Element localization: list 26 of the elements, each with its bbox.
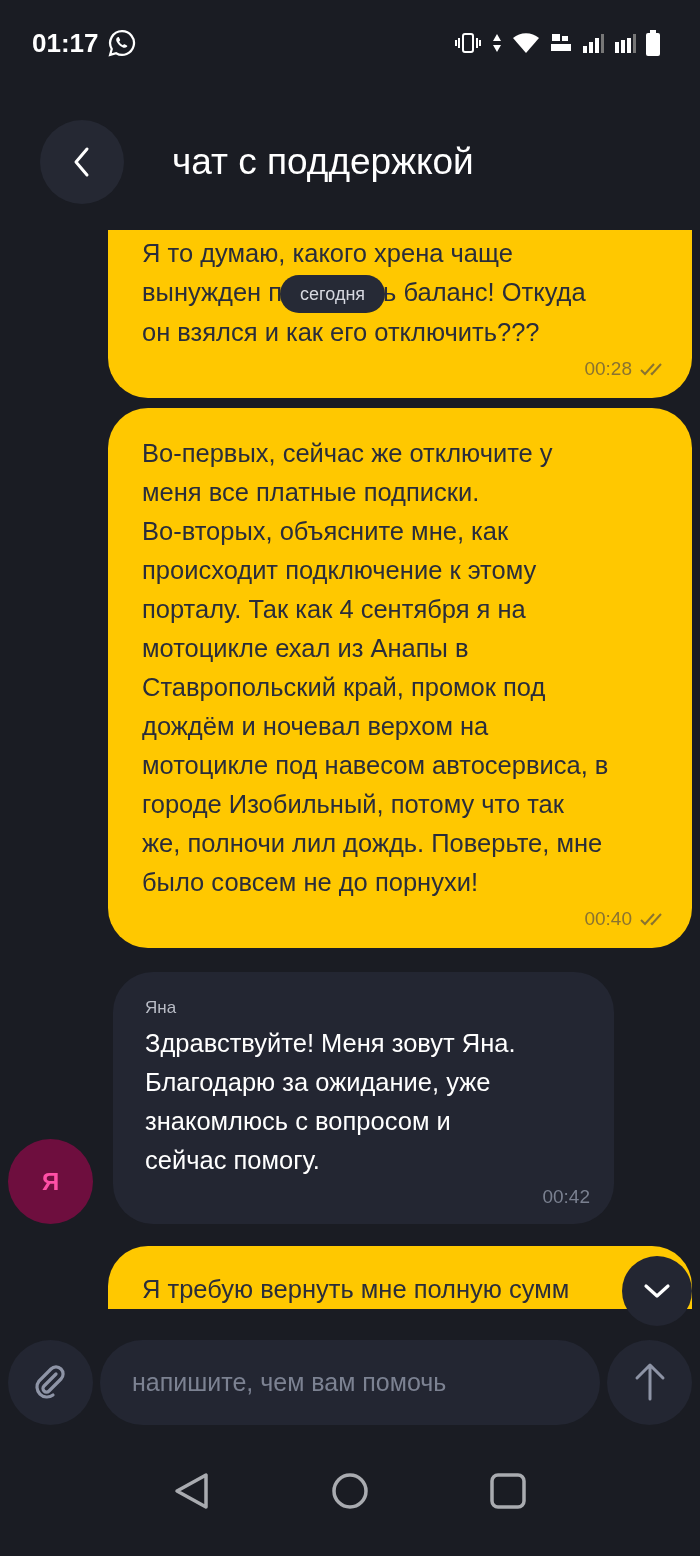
data-arrows-icon	[492, 32, 502, 54]
message-time: 00:40	[584, 908, 632, 931]
chat-title: чат с поддержкой	[172, 141, 474, 183]
avatar: Я	[8, 1139, 93, 1225]
chevron-down-icon	[643, 1282, 671, 1300]
sender-name: Яна	[145, 998, 178, 1019]
message-text: Я то думаю, какого хрена чаще	[142, 239, 513, 267]
home-icon[interactable]	[331, 1472, 369, 1510]
vibrate-icon	[454, 32, 482, 54]
wifi-icon	[512, 31, 540, 55]
signal-icon	[582, 32, 604, 54]
message-time: 00:28	[584, 358, 632, 381]
back-icon[interactable]	[173, 1471, 211, 1511]
status-time: 01:17	[32, 27, 99, 59]
message-text: Здравствуйте! Меня зовут Яна. Благодарю за ожидание, уже знакомлюсь с вопросом и сейчас помогу.	[145, 1029, 516, 1175]
chat-bubble-icon	[106, 28, 137, 58]
message-time: 00:42	[542, 1186, 590, 1209]
message-text: он взялся и как его отключить???	[142, 318, 540, 347]
battery-icon	[646, 30, 660, 56]
message-input[interactable]: напишите, чем вам помочь	[100, 1339, 600, 1425]
message-text: Я требую вернуть мне полную сумм	[142, 1275, 570, 1304]
message-text: ь баланс! Откуда	[383, 278, 586, 306]
recents-icon[interactable]	[489, 1472, 527, 1510]
message-text: Во-первых, сейчас же отключите у меня все платные подписки. Во-вторых, объясните мне, как происходит подключение к этому порталу. Так как 4 сентября я на мотоцикле ехал из Анапы в Ставропольский край, промок под дождём и ночевал верхом на мотоцикле под навесом автосервиса, в городе Изобильный, потому что так же, полночи лил дождь. Поверьте, мне было совсем не до порнухи!	[142, 439, 609, 897]
signal-icon	[614, 32, 636, 54]
message-text: вынужден п	[142, 278, 283, 306]
